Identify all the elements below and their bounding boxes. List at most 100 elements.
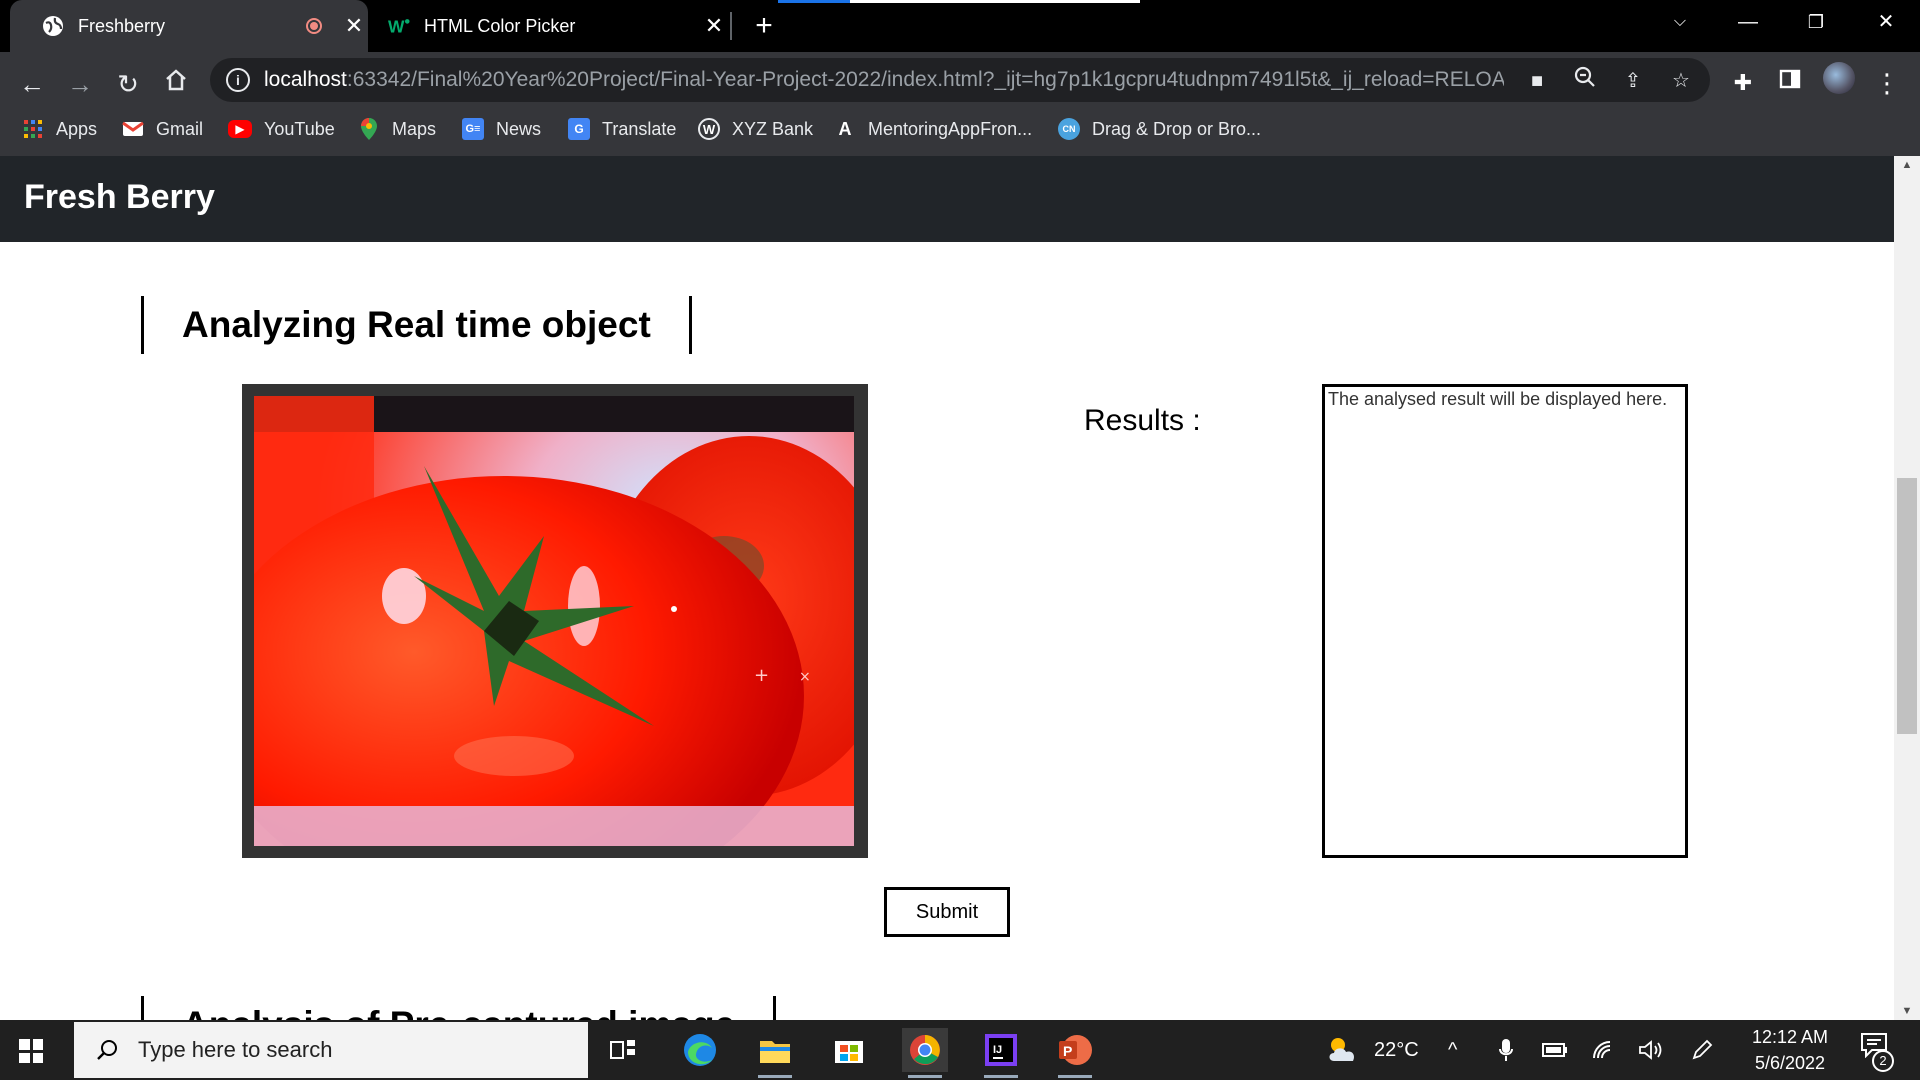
tab-strip: Freshberry ✕ W HTML Color Picker ✕ + ⌵ —… <box>0 0 1920 52</box>
restore-icon[interactable]: ❐ <box>1782 0 1850 44</box>
wordpress-icon: W <box>698 118 720 140</box>
bookmark-maps[interactable]: Maps <box>358 114 436 144</box>
close-tab-icon[interactable]: ✕ <box>340 13 368 39</box>
bookmark-youtube[interactable]: ▶ YouTube <box>228 114 335 144</box>
weather-temperature: 22°C <box>1374 1038 1419 1061</box>
apps-grid-icon <box>22 118 44 140</box>
menu-kebab-icon[interactable]: ⋮ <box>1870 66 1904 100</box>
svg-text:×: × <box>799 669 811 685</box>
new-tab-icon[interactable]: + <box>746 8 782 44</box>
tab-search-chevron-icon[interactable]: ⌵ <box>1646 0 1714 44</box>
results-label: Results : <box>1084 404 1201 437</box>
edge-icon[interactable] <box>677 1028 723 1072</box>
close-tab-icon[interactable]: ✕ <box>700 13 728 39</box>
wifi-icon[interactable] <box>1592 1020 1616 1080</box>
youtube-icon: ▶ <box>228 120 252 138</box>
notifications-icon[interactable]: 2 <box>1856 1032 1894 1072</box>
reload-icon[interactable]: ↻ <box>108 64 148 104</box>
tab-divider <box>730 12 732 40</box>
w3schools-icon: W <box>388 15 410 37</box>
taskbar-search[interactable]: Type here to search <box>74 1022 588 1078</box>
url-path: :63342/Final%20Year%20Project/Final-Year… <box>346 68 1504 91</box>
volume-icon[interactable] <box>1638 1020 1664 1080</box>
bookmark-apps[interactable]: Apps <box>22 114 97 144</box>
pen-icon[interactable] <box>1690 1020 1714 1080</box>
profile-avatar[interactable] <box>1823 62 1855 94</box>
svg-text:IJ: IJ <box>993 1044 1002 1056</box>
tomato-image: + × <box>254 396 854 846</box>
minimize-icon[interactable]: — <box>1714 0 1782 44</box>
running-indicator <box>1058 1075 1092 1078</box>
notification-count: 2 <box>1872 1050 1894 1072</box>
task-view-icon[interactable] <box>600 1028 646 1072</box>
zoom-icon[interactable] <box>1570 66 1600 96</box>
bookmark-drag-drop[interactable]: CN Drag & Drop or Bro... <box>1058 114 1261 144</box>
site-info-icon[interactable]: i <box>226 68 250 92</box>
bookmark-xyz-bank[interactable]: W XYZ Bank <box>698 114 813 144</box>
extensions-icon[interactable]: ✚ <box>1726 66 1760 100</box>
tab-title: Freshberry <box>78 15 166 36</box>
bookmark-label: XYZ Bank <box>732 118 814 139</box>
site-header: Fresh Berry <box>0 156 1894 242</box>
results-output-box[interactable]: The analysed result will be displayed he… <box>1322 384 1688 858</box>
running-indicator <box>984 1075 1018 1078</box>
page-viewport: Fresh Berry Analyzing Real time object +… <box>0 156 1920 1020</box>
scroll-down-icon[interactable]: ▼ <box>1894 1002 1920 1020</box>
show-hidden-icons-icon[interactable]: ^ <box>1448 1020 1457 1080</box>
file-explorer-icon[interactable] <box>752 1028 798 1078</box>
partly-cloudy-icon <box>1329 1038 1355 1061</box>
microphone-icon[interactable] <box>1498 1020 1514 1080</box>
loading-indicator <box>778 0 1140 3</box>
close-window-icon[interactable]: ✕ <box>1852 0 1920 44</box>
camera-frame: + × <box>242 384 868 858</box>
tab-title: HTML Color Picker <box>424 15 576 36</box>
camera-in-use-icon[interactable]: ■ <box>1522 66 1552 96</box>
search-icon <box>92 1035 122 1065</box>
address-bar[interactable]: i localhost:63342/Final%20Year%20Project… <box>210 58 1710 102</box>
bookmark-mentoring-app[interactable]: A MentoringAppFron... <box>834 114 1033 144</box>
bookmark-label: MentoringAppFron... <box>868 118 1033 139</box>
share-icon[interactable]: ⇪ <box>1618 66 1648 96</box>
angular-icon: A <box>838 118 852 139</box>
bookmark-label: Maps <box>392 118 437 139</box>
bookmark-star-icon[interactable]: ☆ <box>1666 66 1696 96</box>
section-heading-realtime: Analyzing Real time object <box>141 296 692 354</box>
bookmark-translate[interactable]: G Translate <box>568 114 676 144</box>
tab-html-color-picker[interactable]: W HTML Color Picker ✕ <box>370 0 728 52</box>
forward-icon[interactable]: → <box>60 64 100 104</box>
system-clock[interactable]: 12:12 AM 5/6/2022 <box>1740 1024 1840 1076</box>
back-icon[interactable]: ← <box>12 64 52 104</box>
maps-icon <box>358 118 380 140</box>
microsoft-store-icon[interactable] <box>826 1028 872 1072</box>
intellij-icon[interactable]: IJ <box>978 1028 1024 1078</box>
chrome-icon[interactable] <box>902 1028 948 1078</box>
scroll-up-icon[interactable]: ▲ <box>1894 156 1920 174</box>
svg-text:P: P <box>1063 1043 1072 1059</box>
running-indicator <box>908 1075 942 1078</box>
bookmark-label: YouTube <box>264 118 335 139</box>
svg-text:W: W <box>388 16 405 36</box>
camera-feed-video[interactable]: + × <box>254 396 854 846</box>
url-text[interactable]: localhost:63342/Final%20Year%20Project/F… <box>264 68 1504 92</box>
news-icon: G≡ <box>462 118 484 140</box>
site-title[interactable]: Fresh Berry <box>24 178 215 217</box>
windows-taskbar: Type here to search IJ P 22°C ^ 12:12 AM… <box>0 1020 1920 1080</box>
submit-button[interactable]: Submit <box>884 887 1010 937</box>
weather-widget[interactable]: 22°C <box>1326 1020 1419 1080</box>
tab-freshberry[interactable]: Freshberry ✕ <box>10 0 368 52</box>
bookmark-news[interactable]: G≡ News <box>462 114 541 144</box>
url-host: localhost <box>264 68 347 91</box>
side-panel-icon[interactable] <box>1773 66 1807 100</box>
page-scrollbar[interactable]: ▲ ▼ <box>1894 156 1920 1020</box>
globe-icon <box>42 15 64 37</box>
bookmark-label: Apps <box>56 118 98 139</box>
search-placeholder: Type here to search <box>138 1037 333 1062</box>
recording-icon <box>306 18 322 34</box>
home-icon[interactable] <box>156 64 196 104</box>
powerpoint-icon[interactable]: P <box>1052 1028 1098 1078</box>
bookmark-label: Gmail <box>156 118 204 139</box>
scroll-thumb[interactable] <box>1897 478 1917 734</box>
windows-start-icon[interactable] <box>14 1034 48 1068</box>
bookmark-gmail[interactable]: Gmail <box>122 114 203 144</box>
battery-icon[interactable] <box>1542 1020 1568 1080</box>
